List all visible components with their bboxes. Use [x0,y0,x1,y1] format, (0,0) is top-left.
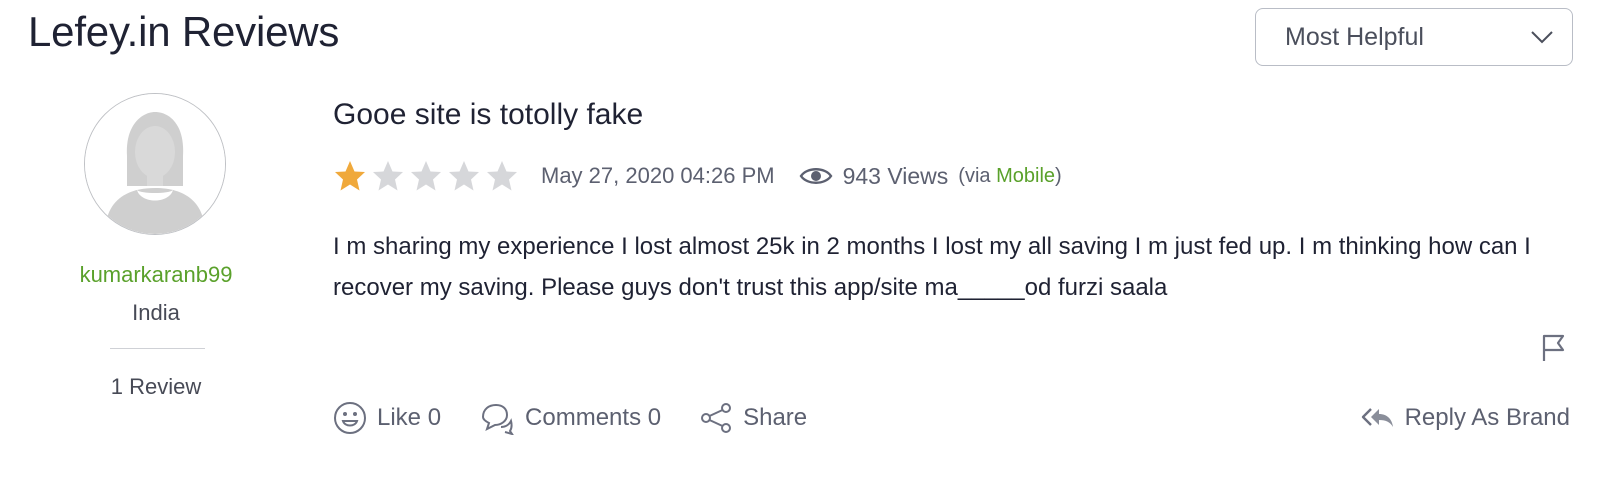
comments-label: Comments 0 [525,404,662,431]
sort-dropdown[interactable]: Most Helpful [1255,8,1573,66]
avatar[interactable] [84,93,226,235]
via-source: (via Mobile) [958,165,1061,188]
via-prefix: (via [958,164,997,187]
page-title: Lefey.in Reviews [28,8,340,55]
star-empty-icon [373,161,403,191]
review-title[interactable]: Gooe site is totolly fake [333,98,643,132]
share-label: Share [743,404,808,431]
like-label: Like 0 [377,404,442,431]
views-label: 943 Views [842,162,949,189]
chevron-down-icon [1531,31,1553,44]
review-views: 943 Views [799,162,949,190]
comments-icon [482,403,514,435]
comments-button[interactable]: Comments 0 [479,401,661,435]
share-icon [701,403,732,433]
reviewer-country: India [132,300,180,325]
default-avatar-icon [85,94,225,234]
sort-selected-label: Most Helpful [1285,22,1424,51]
review-body: I m sharing my experience I lost almost … [333,233,1531,301]
star-rating [333,159,519,193]
star-empty-icon [411,161,441,191]
star-empty-icon [487,161,517,191]
eye-icon [799,168,833,184]
smiley-icon [334,402,366,434]
reviewer-username[interactable]: kumarkaranb99 [0,262,312,288]
review-date: May 27, 2020 04:26 PM [541,163,775,188]
reviewer-review-count: 1 Review [110,374,202,399]
review-actions: Like 0 Comments 0 Share [333,398,845,438]
star-empty-icon [449,161,479,191]
like-button[interactable]: Like 0 [333,401,441,435]
share-button[interactable]: Share [699,401,807,435]
reply-label: Reply As Brand [1404,404,1570,431]
reply-all-icon [1361,408,1393,427]
flag-icon[interactable] [1541,333,1567,363]
reply-as-brand-button[interactable]: Reply As Brand [1361,398,1570,438]
star-filled-icon [335,161,365,191]
via-source-link[interactable]: Mobile [996,165,1055,187]
review-meta: May 27, 2020 04:26 PM 943 Views (via Mob… [333,158,1062,194]
divider [110,348,205,349]
via-suffix: ) [1055,164,1062,187]
